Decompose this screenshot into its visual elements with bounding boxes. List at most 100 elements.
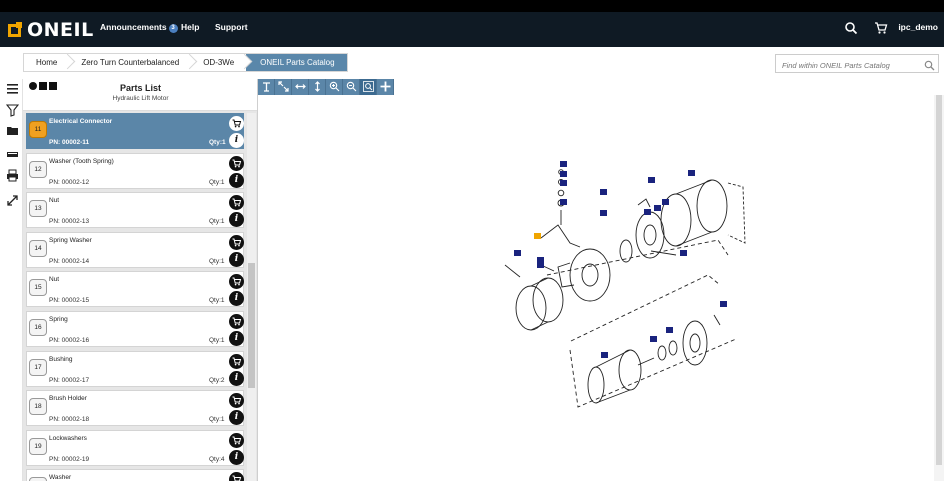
item-name: Spring (49, 315, 68, 323)
part-info-icon[interactable]: i (229, 212, 244, 228)
item-quantity: Qty:1 (209, 218, 225, 226)
add-to-cart-icon[interactable] (229, 432, 244, 448)
item-number: 12 (29, 160, 47, 178)
zoom-box-tool[interactable] (360, 79, 377, 95)
viewer-toolbar (258, 79, 394, 95)
item-part-number: PN: 00002-17 (49, 376, 90, 384)
scrollbar-thumb[interactable] (248, 263, 255, 388)
item-part-number: PN: 00002-11 (49, 139, 90, 146)
item-part-number: PN: 00002-19 (49, 455, 90, 463)
parts-list: 11 Electrical Connector PN: 00002-11 Qty:1 i… (26, 113, 245, 481)
item-quantity: Qty:1 (209, 178, 225, 186)
add-to-cart-icon[interactable] (229, 393, 244, 409)
item-part-number: PN: 00002-18 (49, 416, 90, 424)
parts-list-item[interactable]: 20Washeri (26, 469, 244, 481)
menu-icon[interactable] (6, 82, 19, 95)
parts-list-item[interactable]: 18 Brush Holder PN: 00002-18 Qty:1 i (26, 390, 244, 427)
catalog-search-input[interactable] (776, 57, 916, 74)
breadcrumb-home[interactable]: Home (24, 54, 69, 71)
parts-list-item[interactable]: 16 Spring PN: 00002-16 Qty:1 i (26, 310, 244, 347)
item-number: 18 (29, 398, 47, 416)
add-to-cart-icon[interactable] (229, 472, 244, 481)
exploded-parts-diagram[interactable] (258, 95, 934, 481)
fit-to-window-tool[interactable] (275, 79, 292, 95)
item-part-number: PN: 00002-14 (49, 257, 90, 265)
diagram-viewer[interactable] (258, 95, 944, 481)
parts-list-item[interactable]: 12 Washer (Tooth Spring) PN: 00002-12 Qty:1… (26, 152, 244, 189)
part-info-icon[interactable]: i (229, 172, 244, 188)
item-name: Lockwashers (49, 434, 87, 442)
cart-icon[interactable] (874, 21, 888, 35)
item-quantity: Qty:1 (209, 257, 225, 265)
parts-list-subtitle: Hydraulic Lift Motor (112, 95, 169, 102)
search-icon[interactable] (844, 21, 858, 35)
filter-icon[interactable] (5, 104, 20, 117)
parts-list-scrollbar[interactable] (247, 113, 256, 481)
item-name: Spring Washer (49, 236, 92, 244)
item-part-number: PN: 00002-13 (49, 218, 90, 226)
item-part-number: PN: 00002-12 (49, 178, 90, 186)
viewer-scrollbar-thumb[interactable] (936, 95, 942, 465)
item-number: 16 (29, 318, 47, 336)
parts-list-item[interactable]: 17 Bushing PN: 00002-17 Qty:2 i (26, 350, 244, 387)
help-link[interactable]: Help (181, 22, 199, 32)
part-info-icon[interactable]: i (229, 133, 244, 148)
breadcrumb-category[interactable]: Zero Turn Counterbalanced (69, 54, 191, 71)
item-number: 17 (29, 358, 47, 376)
part-info-icon[interactable]: i (229, 251, 244, 267)
parts-list-item[interactable]: 19 Lockwashers PN: 00002-19 Qty:4 i (26, 429, 244, 466)
item-number: 13 (29, 200, 47, 218)
item-number: 15 (29, 279, 47, 297)
part-info-icon[interactable]: i (229, 449, 244, 465)
logo-mark-icon (8, 22, 24, 38)
parts-list-title: Parts List (119, 83, 161, 93)
viewer-scrollbar[interactable] (934, 95, 944, 481)
breadcrumb-catalog[interactable]: ONEIL Parts Catalog (246, 54, 347, 71)
item-number: 11 (29, 121, 47, 138)
zoom-in-tool[interactable] (326, 79, 343, 95)
parts-list-item[interactable]: 13 Nut PN: 00002-13 Qty:1 i (26, 192, 244, 229)
oneil-logo[interactable]: ONEIL (8, 19, 94, 41)
add-to-cart-icon[interactable] (229, 195, 244, 211)
add-to-cart-icon[interactable] (229, 155, 244, 171)
keyboard-icon[interactable] (6, 148, 19, 161)
parts-list-item[interactable]: 15 Nut PN: 00002-15 Qty:1 i (26, 271, 244, 308)
add-to-cart-icon[interactable] (229, 234, 244, 250)
add-to-cart-icon[interactable] (229, 116, 244, 131)
top-navbar: ONEIL Announcements 3 Help Support ipc_de… (0, 12, 944, 47)
add-to-cart-icon[interactable] (229, 353, 244, 369)
logo-text: ONEIL (27, 19, 94, 41)
announcements-link[interactable]: Announcements 3 (100, 22, 178, 33)
item-number: 14 (29, 239, 47, 257)
search-icon[interactable] (924, 58, 935, 71)
folder-icon[interactable] (6, 124, 19, 137)
item-name: Nut (49, 197, 60, 205)
part-info-icon[interactable]: i (229, 330, 244, 346)
item-part-number: PN: 00002-15 (49, 297, 90, 305)
fit-width-tool[interactable] (292, 79, 309, 95)
user-menu[interactable]: ipc_demo (898, 22, 938, 32)
parts-list-item[interactable]: 14 Spring Washer PN: 00002-14 Qty:1 i (26, 231, 244, 268)
breadcrumb-model[interactable]: OD-3We (191, 54, 246, 71)
text-select-tool[interactable] (258, 79, 275, 95)
expand-icon[interactable] (6, 194, 19, 207)
item-number: 19 (29, 437, 47, 455)
parts-list-header: Parts List Hydraulic Lift Motor (23, 79, 257, 111)
item-quantity: Qty:1 (209, 297, 225, 305)
add-to-cart-icon[interactable] (229, 313, 244, 329)
fit-height-tool[interactable] (309, 79, 326, 95)
parts-list-item[interactable]: 11 Electrical Connector PN: 00002-11 Qty:1 i (26, 113, 244, 149)
part-info-icon[interactable]: i (229, 410, 244, 426)
item-name: Washer (Tooth Spring) (49, 157, 114, 165)
part-info-icon[interactable]: i (229, 291, 244, 307)
support-link[interactable]: Support (215, 22, 248, 32)
part-info-icon[interactable]: i (229, 370, 244, 386)
print-icon[interactable] (6, 169, 19, 182)
item-name: Washer (49, 474, 72, 481)
add-to-cart-icon[interactable] (229, 274, 244, 290)
pan-tool[interactable] (377, 79, 394, 95)
zoom-out-tool[interactable] (343, 79, 360, 95)
item-quantity: Qty:1 (209, 416, 225, 424)
parts-list-panel: Parts List Hydraulic Lift Motor 11 Electr… (23, 79, 258, 481)
item-name: Electrical Connector (49, 118, 113, 125)
